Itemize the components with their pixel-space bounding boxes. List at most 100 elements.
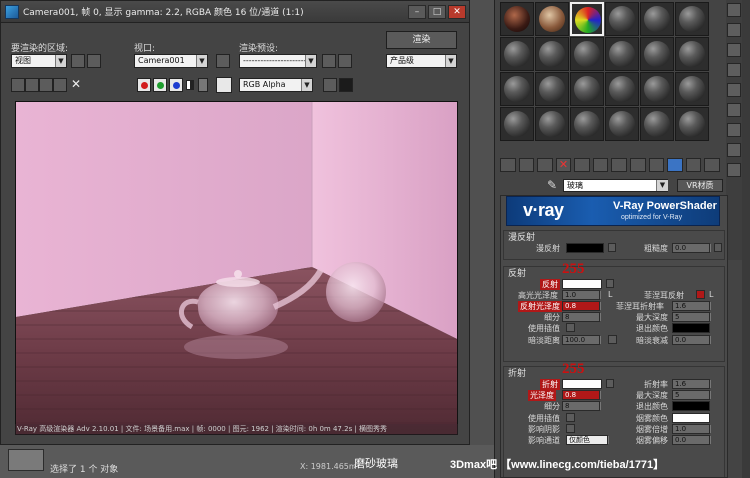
diffuse-map-button[interactable]	[608, 243, 616, 252]
fog-bias-spinner[interactable]: 0.0	[672, 435, 711, 445]
refract-map-button[interactable]	[606, 379, 614, 388]
background-icon[interactable]	[727, 43, 741, 57]
hilight-lock-button[interactable]: L	[608, 290, 612, 299]
reset-material-icon[interactable]: ✕	[555, 158, 572, 172]
fresnel-checkbox[interactable]	[696, 290, 705, 299]
video-check-icon[interactable]	[727, 83, 741, 97]
reflect-color-swatch[interactable]	[562, 279, 602, 289]
material-slot[interactable]	[570, 37, 604, 71]
put-to-library-icon[interactable]	[611, 158, 628, 172]
close-button[interactable]: ✕	[448, 4, 466, 19]
area-to-render-dropdown[interactable]: 视图 ▼	[11, 54, 67, 68]
select-by-material-icon[interactable]	[727, 143, 741, 157]
toggle-ui-overlay-icon[interactable]	[323, 78, 337, 92]
material-slot[interactable]	[675, 107, 709, 141]
render-setup-icon[interactable]	[322, 54, 336, 68]
material-slot[interactable]	[535, 2, 569, 36]
lock-icon[interactable]	[216, 54, 230, 68]
reflect-max-depth-spinner[interactable]: 5	[672, 312, 711, 322]
material-slot[interactable]	[640, 2, 674, 36]
green-channel-toggle[interactable]	[153, 78, 167, 92]
material-slot[interactable]	[535, 37, 569, 71]
get-material-icon[interactable]	[500, 158, 516, 172]
production-dropdown[interactable]: 产品级 ▼	[386, 54, 457, 68]
refract-subdivs-spinner[interactable]: 8	[562, 401, 601, 411]
material-slot-selected[interactable]	[570, 2, 604, 36]
material-slot[interactable]	[640, 37, 674, 71]
material-slot[interactable]	[535, 72, 569, 106]
refract-color-swatch[interactable]	[562, 379, 602, 389]
reflect-exit-color-swatch[interactable]	[672, 323, 710, 333]
preview-icon[interactable]	[727, 103, 741, 117]
render-window-titlebar[interactable]: Camera001, 帧 0, 显示 gamma: 2.2, RGBA 颜色 1…	[1, 1, 469, 23]
refract-max-depth-spinner[interactable]: 5	[672, 390, 711, 400]
dim-falloff-spinner[interactable]: 0.0	[672, 335, 711, 345]
material-slot[interactable]	[640, 72, 674, 106]
eyedropper-icon[interactable]: ✎	[547, 178, 557, 192]
fresnel-ior-spinner[interactable]: 1.6	[672, 301, 711, 311]
put-to-scene-icon[interactable]	[518, 158, 535, 172]
render-button[interactable]: 渲染	[386, 31, 457, 49]
copy-material-icon[interactable]	[574, 158, 590, 172]
material-slot[interactable]	[605, 107, 639, 141]
material-slot[interactable]	[570, 72, 604, 106]
ior-spinner[interactable]: 1.6	[672, 379, 711, 389]
refract-glossiness-spinner[interactable]: 0.8	[562, 390, 601, 400]
render-preset-dropdown[interactable]: ------------------------- ▼	[239, 54, 317, 68]
reflect-interp-checkbox[interactable]	[566, 323, 575, 332]
show-end-result-icon[interactable]	[667, 158, 683, 172]
material-slot[interactable]	[605, 2, 639, 36]
affect-shadows-checkbox[interactable]	[566, 424, 575, 433]
material-slot[interactable]	[500, 37, 534, 71]
material-slot[interactable]	[535, 107, 569, 141]
show-map-icon[interactable]	[648, 158, 665, 172]
material-type-button[interactable]: VR材质	[677, 179, 723, 192]
make-unique-icon[interactable]	[592, 158, 609, 172]
environment-icon[interactable]	[338, 54, 352, 68]
dim-distance-checkbox[interactable]	[608, 335, 617, 344]
material-slot[interactable]	[675, 2, 709, 36]
channel-dropdown[interactable]: RGB Alpha ▼	[239, 78, 313, 92]
swatch-color[interactable]	[216, 77, 232, 93]
material-slot[interactable]	[675, 72, 709, 106]
material-slot[interactable]	[570, 107, 604, 141]
monochrome-toggle[interactable]	[198, 78, 208, 92]
reflect-map-button[interactable]	[606, 279, 614, 288]
material-slot[interactable]	[605, 37, 639, 71]
minimize-button[interactable]: –	[408, 4, 426, 19]
diffuse-color-swatch[interactable]	[566, 243, 604, 253]
sample-uv-icon[interactable]	[727, 63, 741, 77]
affect-channels-dropdown[interactable]: 仅颜色	[566, 435, 609, 445]
go-sibling-icon[interactable]	[704, 158, 720, 172]
material-slot[interactable]	[500, 2, 534, 36]
reflect-glossiness-spinner[interactable]: 0.8	[562, 301, 601, 311]
fresnel-lock-button[interactable]: L	[709, 290, 713, 299]
go-parent-icon[interactable]	[685, 158, 702, 172]
copy-image-icon[interactable]	[25, 78, 39, 92]
material-slot[interactable]	[640, 107, 674, 141]
reflect-subdivs-spinner[interactable]: 8	[562, 312, 601, 322]
clone-window-icon[interactable]	[39, 78, 53, 92]
fog-multiplier-spinner[interactable]: 1.0	[672, 424, 711, 434]
sample-type-icon[interactable]	[727, 3, 741, 17]
display-channel-icon[interactable]	[339, 78, 353, 92]
hilight-glossiness-spinner[interactable]: 1.0	[562, 290, 601, 300]
maxscript-mini-listener[interactable]	[8, 449, 44, 471]
options-icon[interactable]	[727, 123, 741, 137]
roughness-spinner[interactable]: 0.0	[672, 243, 711, 253]
print-icon[interactable]	[53, 78, 67, 92]
viewport-dropdown[interactable]: Camera001 ▼	[134, 54, 208, 68]
refract-exit-color-swatch[interactable]	[672, 401, 710, 411]
backlight-icon[interactable]	[727, 23, 741, 37]
alpha-toggle[interactable]	[186, 80, 194, 90]
blue-channel-toggle[interactable]	[169, 78, 183, 92]
auto-region-icon[interactable]	[87, 54, 101, 68]
refract-interp-checkbox[interactable]	[566, 413, 575, 422]
material-slot[interactable]	[500, 107, 534, 141]
maximize-button[interactable]: □	[428, 4, 446, 19]
save-image-icon[interactable]	[11, 78, 25, 92]
material-slot[interactable]	[605, 72, 639, 106]
chevron-down-icon[interactable]: ▼	[656, 180, 668, 191]
material-slot[interactable]	[500, 72, 534, 106]
fog-color-swatch[interactable]	[672, 413, 710, 423]
